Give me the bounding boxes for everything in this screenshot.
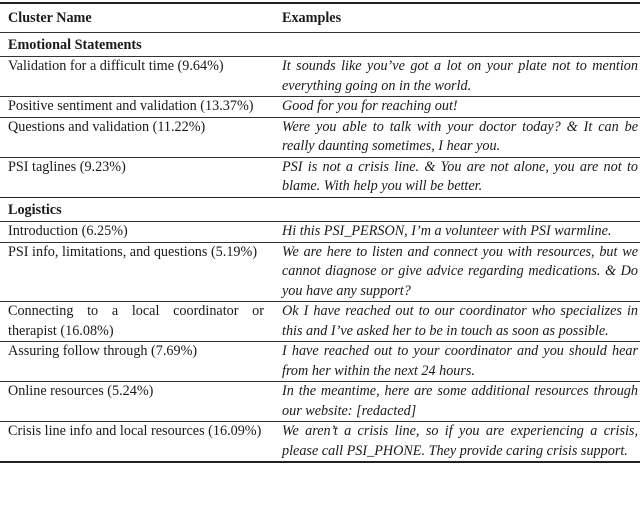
table-row: PSI taglines (9.23%) PSI is not a crisis…	[0, 157, 640, 197]
section-title: Logistics	[8, 201, 62, 218]
cluster-name: Connecting to a local coordinator or the…	[8, 303, 264, 339]
cluster-name: Positive sentiment and validation (13.37…	[8, 98, 254, 114]
header-cluster-name: Cluster Name	[8, 10, 92, 26]
table-row: Online resources (5.24%) In the meantime…	[0, 382, 640, 422]
cluster-example: Ok I have reached out to our coordinator…	[282, 303, 638, 339]
cluster-name: Online resources (5.24%)	[8, 383, 154, 399]
cluster-example: We aren’t a crisis line, so if you are e…	[282, 423, 638, 459]
cluster-table: Cluster Name Examples Emotional Statemen…	[0, 2, 640, 463]
cluster-name: PSI info, limitations, and questions (5.…	[8, 243, 258, 260]
cluster-name: Assuring follow through (7.69%)	[8, 343, 198, 359]
section-title: Emotional Statements	[8, 36, 142, 53]
cluster-name: PSI taglines (9.23%)	[8, 158, 126, 175]
table-row: Assuring follow through (7.69%) I have r…	[0, 342, 640, 382]
cluster-example: I have reached out to your coordinator a…	[282, 343, 638, 379]
cluster-example: Good for you for reaching out!	[282, 98, 458, 114]
cluster-name: Crisis line info and local resources (16…	[8, 423, 262, 439]
table-row: Introduction (6.25%) Hi this PSI_PERSON,…	[0, 222, 640, 242]
cluster-example: In the meantime, here are some additiona…	[282, 383, 638, 419]
section-header-logistics: Logistics	[0, 197, 640, 222]
section-header-emotional: Emotional Statements	[0, 32, 640, 57]
table-row: PSI info, limitations, and questions (5.…	[0, 242, 640, 302]
cluster-name: Introduction (6.25%)	[8, 223, 128, 239]
table-row: Validation for a difficult time (9.64%) …	[0, 57, 640, 97]
cluster-example: Were you able to talk with your doctor t…	[282, 118, 638, 155]
table-row: Questions and validation (11.22%) Were y…	[0, 117, 640, 157]
cluster-name: Questions and validation (11.22%)	[8, 118, 206, 135]
header-row: Cluster Name Examples	[0, 3, 640, 32]
cluster-example: It sounds like you’ve got a lot on your …	[282, 58, 638, 94]
table-row: Crisis line info and local resources (16…	[0, 422, 640, 462]
cluster-example: Hi this PSI_PERSON, I’m a volunteer with…	[282, 223, 612, 239]
header-examples: Examples	[282, 10, 342, 26]
table-row: Positive sentiment and validation (13.37…	[0, 97, 640, 117]
cluster-example: PSI is not a crisis line. & You are not …	[282, 158, 638, 195]
cluster-name: Validation for a difficult time (9.64%)	[8, 58, 224, 74]
cluster-example: We are here to listen and connect you wi…	[282, 243, 638, 299]
table-row: Connecting to a local coordinator or the…	[0, 302, 640, 342]
